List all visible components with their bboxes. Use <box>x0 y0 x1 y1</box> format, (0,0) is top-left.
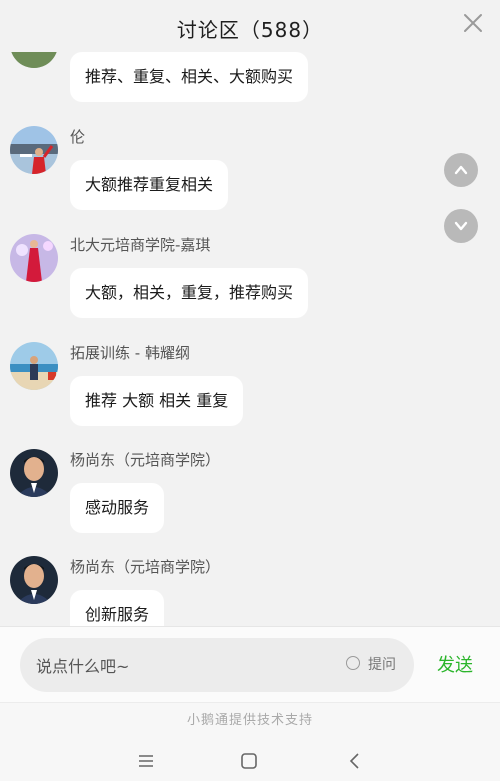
home-icon[interactable] <box>239 751 259 771</box>
question-label: 提问 <box>368 657 396 673</box>
sender-name: 拓展训练 - 韩耀纲 <box>70 344 190 362</box>
message-bubble: 大额，相关，重复，推荐购买 <box>70 268 309 318</box>
message-bubble: 大额推荐重复相关 <box>70 160 229 210</box>
back-icon[interactable] <box>345 751 365 771</box>
message-bubble: 推荐、重复、相关、大额购买 <box>70 52 309 102</box>
message-bubble: 感动服务 <box>70 483 165 533</box>
menu-icon[interactable] <box>136 751 156 771</box>
close-icon[interactable] <box>462 12 484 34</box>
avatar[interactable] <box>10 126 58 174</box>
system-nav-bar <box>0 740 500 781</box>
send-button[interactable]: 发送 <box>437 651 473 677</box>
avatar[interactable] <box>10 234 58 282</box>
scroll-up-button[interactable] <box>444 153 478 187</box>
sender-name: 伦 <box>70 128 86 146</box>
sender-name: 杨尚东（元培商学院） <box>70 451 221 469</box>
avatar[interactable] <box>10 449 58 497</box>
avatar[interactable] <box>10 342 58 390</box>
sender-name: 杨尚东（元培商学院） <box>70 558 221 576</box>
chevron-down-icon <box>454 221 468 231</box>
powered-by-footer: 小鹅通提供技术支持 <box>0 702 500 741</box>
sender-name: 北大元培商学院-嘉琪 <box>70 236 211 254</box>
message-input[interactable] <box>34 648 338 684</box>
message-bubble: 创新服务 <box>70 590 165 626</box>
chevron-up-icon <box>454 165 468 175</box>
message-input-container: 提问 <box>20 638 414 692</box>
message-bubble: 推荐 大额 相关 重复 <box>70 376 244 426</box>
message-list[interactable]: 推荐、重复、相关、大额购买 伦 大额推荐重复相关 北大元培商学院-嘉琪 大额，相… <box>0 0 500 626</box>
page-title: 讨论区（588） <box>176 18 324 42</box>
compose-bar: 提问 发送 <box>0 626 500 703</box>
avatar[interactable] <box>10 556 58 604</box>
header: 讨论区（588） <box>0 0 500 52</box>
radio-circle-icon[interactable] <box>346 656 360 670</box>
scroll-down-button[interactable] <box>444 209 478 243</box>
